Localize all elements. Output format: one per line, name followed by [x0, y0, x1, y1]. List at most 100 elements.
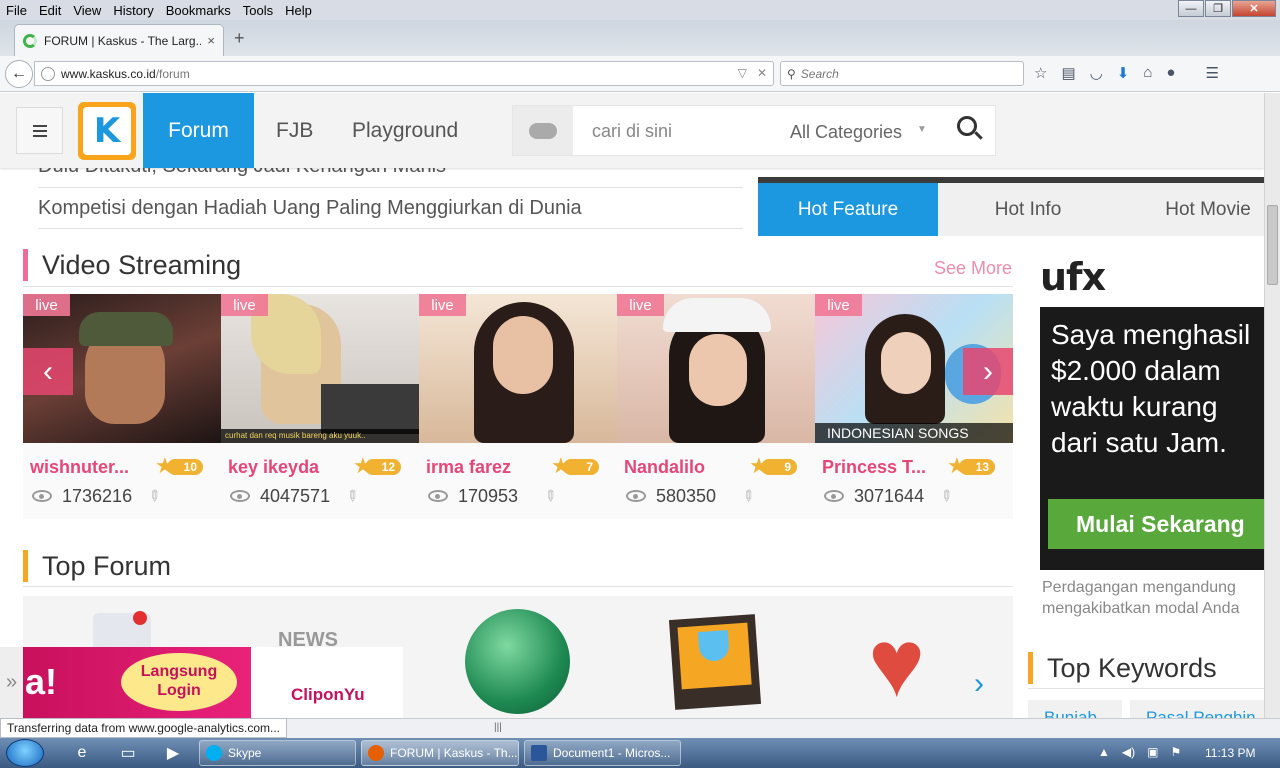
menu-tools[interactable]: Tools [237, 3, 279, 18]
video-caption: curhat dan req musik bareng aku yuuk.. [221, 429, 419, 443]
video-card[interactable]: live curhat dan req musik bareng aku yuu… [221, 294, 419, 519]
news-link[interactable]: Kompetisi dengan Hadiah Uang Paling Meng… [38, 197, 582, 220]
ad-login-bubble[interactable]: Langsung Login [121, 653, 237, 711]
minimize-button[interactable]: — [1178, 0, 1204, 17]
vertical-scrollbar[interactable] [1264, 93, 1280, 718]
tab-close-icon[interactable]: × [207, 33, 215, 48]
nav-forum[interactable]: Forum [143, 93, 254, 168]
view-count: 170953 [458, 486, 519, 506]
tab-hot-movie[interactable]: Hot Movie [1118, 183, 1264, 236]
forum-next-icon[interactable]: › [974, 667, 984, 701]
new-tab-button[interactable]: + [234, 28, 245, 49]
live-badge: live [23, 294, 70, 316]
star-icon: ★ [155, 453, 175, 478]
ad-collapse-icon[interactable]: » [0, 647, 23, 718]
menu-edit[interactable]: Edit [33, 3, 67, 18]
streamer-name[interactable]: Nandalilo [624, 457, 742, 478]
network-icon[interactable]: ▣ [1147, 745, 1158, 759]
browser-tab[interactable]: FORUM | Kaskus - The Larg... × [14, 24, 224, 56]
kaskus-logo[interactable]: K [78, 102, 136, 160]
home-icon[interactable]: ⌂ [1143, 64, 1152, 82]
level-badge: 10 ★ [155, 455, 204, 477]
media-player-icon[interactable]: ▶ [161, 742, 185, 764]
close-window-button[interactable]: ✕ [1232, 0, 1276, 17]
menu-help[interactable]: Help [279, 3, 318, 18]
menu-history[interactable]: History [107, 3, 159, 18]
lounge-forum-icon[interactable] [668, 614, 762, 710]
video-card[interactable]: live irma farez 7 ★ 170953 ✎ [419, 294, 617, 519]
video-card[interactable]: live INDONESIAN SONGS Princess T... 13 ★ … [815, 294, 1013, 519]
ufx-cta-button[interactable]: Mulai Sekarang [1048, 499, 1264, 549]
scrollbar-thumb[interactable] [1267, 205, 1278, 285]
hamburger-menu-button[interactable] [16, 107, 63, 154]
chat-bubble-icon[interactable] [513, 106, 573, 155]
search-placeholder: Search [800, 66, 839, 81]
see-more-link[interactable]: See More [934, 258, 1012, 279]
back-button[interactable]: ← [5, 60, 33, 88]
search-submit-icon[interactable] [957, 116, 977, 136]
streamer-name[interactable]: wishnuter... [30, 457, 148, 478]
bookmark-star-icon[interactable]: ☆ [1034, 64, 1047, 82]
chat-icon[interactable]: ● [1166, 64, 1175, 82]
video-streaming-title: Video Streaming [23, 249, 241, 281]
eye-icon [824, 490, 844, 502]
live-badge: live [419, 294, 466, 316]
ufx-headline: Saya menghasil $2.000 dalam waktu kurang… [1051, 319, 1251, 458]
reading-list-icon[interactable]: ▤ [1061, 64, 1075, 82]
horizontal-scroll-grip-icon[interactable]: ||| [494, 722, 502, 733]
ufx-logo[interactable]: ufx [1040, 255, 1106, 299]
banner-ad[interactable]: a! Langsung Login CliponYu [23, 647, 403, 718]
streamer-name[interactable]: irma farez [426, 457, 544, 478]
pin-icon: ✎ [737, 485, 759, 507]
video-thumbnail[interactable]: live [617, 294, 815, 443]
level-badge: 12 ★ [353, 455, 402, 477]
globe-forum-icon[interactable] [465, 609, 570, 714]
streamer-name[interactable]: key ikeyda [228, 457, 346, 478]
pocket-icon[interactable]: ◡ [1090, 64, 1103, 82]
volume-icon[interactable]: ◀) [1122, 745, 1135, 759]
level-badge: 7 ★ [551, 455, 600, 477]
view-count: 4047571 [260, 486, 331, 506]
carousel-prev-button[interactable]: ‹ [23, 348, 73, 395]
address-bar[interactable]: www.kaskus.co.id /forum ▽ ✕ [34, 61, 774, 86]
keyword-chip[interactable]: Pasal Penghin [1130, 700, 1264, 718]
video-thumbnail[interactable]: live [419, 294, 617, 443]
maximize-button[interactable]: ❐ [1205, 0, 1231, 17]
pin-icon: ✎ [539, 485, 561, 507]
taskbar-word[interactable]: Document1 - Micros... [524, 740, 681, 766]
video-card[interactable]: live Nandalilo 9 ★ 580350 ✎ [617, 294, 815, 519]
download-icon[interactable]: ⬇ [1117, 64, 1130, 82]
carousel-next-button[interactable]: › [963, 348, 1013, 395]
stop-icon[interactable]: ✕ [757, 66, 767, 80]
ufx-ad[interactable]: Saya menghasil $2.000 dalam waktu kurang… [1040, 307, 1264, 570]
view-count: 3071644 [854, 486, 925, 506]
dropdown-arrow-icon[interactable]: ▽ [738, 66, 747, 80]
heart-forum-icon[interactable]: ♥ [868, 616, 925, 712]
nav-fjb[interactable]: FJB [276, 93, 313, 168]
taskbar-skype[interactable]: Skype [199, 740, 356, 766]
menu-file[interactable]: File [0, 3, 33, 18]
menu-view[interactable]: View [67, 3, 107, 18]
divider [23, 586, 1013, 587]
tab-hot-feature[interactable]: Hot Feature [758, 183, 938, 236]
clock[interactable]: 11:13 PM [1205, 746, 1255, 760]
tray-up-arrow-icon[interactable]: ▲ [1098, 745, 1110, 759]
folder-icon[interactable]: ▭ [116, 742, 140, 764]
video-card[interactable]: live wishnuter... 10 ★ 1736216 ✎ [23, 294, 221, 519]
category-select[interactable]: All Categories [790, 122, 902, 143]
nav-playground[interactable]: Playground [352, 93, 458, 168]
tab-hot-info[interactable]: Hot Info [938, 183, 1118, 236]
menu-icon[interactable]: ☰ [1205, 64, 1218, 82]
menu-bookmarks[interactable]: Bookmarks [160, 3, 237, 18]
video-thumbnail[interactable]: live curhat dan req musik bareng aku yuu… [221, 294, 419, 443]
flag-icon[interactable]: ⚑ [1170, 745, 1181, 759]
ufx-disclaimer: Perdagangan mengandung mengakibatkan mod… [1042, 579, 1240, 617]
keyword-chip[interactable]: Bunjab [1028, 700, 1122, 718]
ie-icon[interactable]: e [70, 742, 94, 764]
taskbar-firefox[interactable]: FORUM | Kaskus - Th... [361, 740, 519, 766]
kaskus-search-input[interactable]: cari di sini [592, 121, 672, 142]
browser-search-input[interactable]: ⚲ Search [780, 61, 1024, 86]
hot-tabs: Hot Feature Hot Info Hot Movie [758, 177, 1264, 236]
start-button[interactable] [6, 739, 44, 767]
streamer-name[interactable]: Princess T... [822, 457, 940, 478]
